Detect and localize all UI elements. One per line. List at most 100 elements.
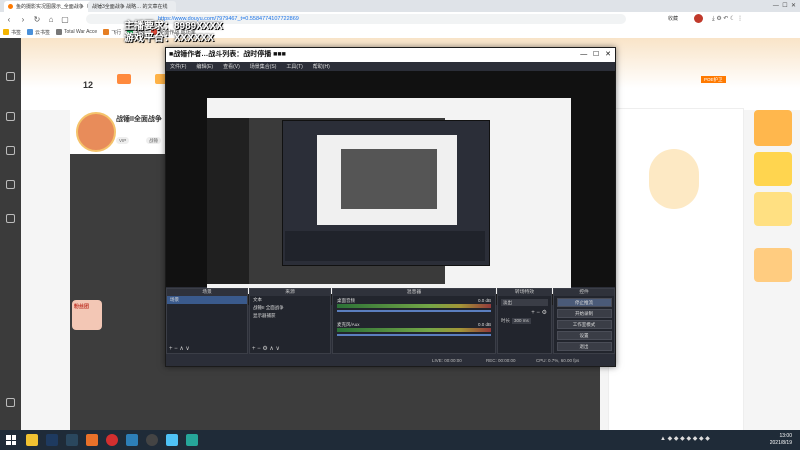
- reload-icon[interactable]: ↻: [32, 14, 42, 24]
- promo-banner[interactable]: [754, 110, 792, 146]
- app-icon[interactable]: [166, 434, 178, 446]
- menu-scene-collection[interactable]: 场景集合(S): [250, 63, 277, 70]
- duration-label: 时长: [501, 318, 510, 323]
- menu-file[interactable]: 文件(F): [170, 63, 186, 70]
- nested-obs-capture: [282, 120, 490, 266]
- file-explorer-icon[interactable]: [26, 434, 38, 446]
- app-icon[interactable]: [186, 434, 198, 446]
- transition-select[interactable]: 淡出: [501, 299, 548, 306]
- obs-window: ■战锤作者…战斗列表：战时停播 ■■■ — ☐ ✕ 文件(F) 编辑(E) 查看…: [165, 47, 616, 367]
- start-recording-button[interactable]: 开始录制: [556, 309, 612, 318]
- source-item[interactable]: 文本: [250, 296, 330, 304]
- fans-label: 粉丝团: [74, 304, 90, 310]
- source-item[interactable]: 显示器捕获: [250, 312, 330, 320]
- steam-icon[interactable]: [66, 434, 78, 446]
- volume-slider[interactable]: [337, 310, 491, 312]
- bookmark-item[interactable]: 飞行: [103, 29, 121, 36]
- sources-toolbar[interactable]: + − ⚙ ∧ ∨: [250, 346, 330, 353]
- promo-banner[interactable]: [754, 192, 792, 226]
- obs-status-bar: LIVE: 00:00:00 REC: 00:00:00 CPU: 0.7%, …: [166, 356, 615, 366]
- obs-icon[interactable]: [146, 434, 158, 446]
- app-icon[interactable]: [106, 434, 118, 446]
- obs-window-controls[interactable]: — ☐ ✕: [580, 48, 611, 62]
- system-tray-icons[interactable]: ▲ ◆ ◆ ◆ ◆ ◆ ◆ ◆: [660, 435, 710, 442]
- browser-icon[interactable]: [126, 434, 138, 446]
- browser-tab[interactable]: 战锤3全面战争 战略… 的文章在线: [88, 1, 176, 12]
- transitions-header: 转场特效: [498, 289, 551, 296]
- obs-menu-bar: 文件(F) 编辑(E) 查看(V) 场景集合(S) 工具(T) 帮助(H): [166, 62, 615, 71]
- cpu-fps: CPU: 0.7%, 60.00 fps: [536, 358, 580, 363]
- mixer-channel-desktop: 桌面音频 0.0 dB: [333, 296, 495, 314]
- favorites-button[interactable]: 收藏: [668, 15, 678, 22]
- start-icon[interactable]: [6, 435, 16, 445]
- page-icon: [103, 29, 110, 35]
- settings-button[interactable]: 设置: [556, 331, 612, 340]
- sources-dock: 来源 文本 战锤II 全面战争 显示器捕获 + − ⚙ ∧ ∨: [249, 288, 331, 354]
- gift-icon[interactable]: [117, 74, 131, 84]
- bookmark-item[interactable]: 云书签: [27, 29, 50, 36]
- address-bar: ‹ › ↻ ⌂ ▢ https://www.douyu.com/7979467_…: [0, 12, 800, 27]
- avatar[interactable]: [694, 14, 703, 23]
- menu-view[interactable]: 查看(V): [223, 63, 240, 70]
- level-number: 12: [83, 80, 94, 90]
- transition-add-remove[interactable]: + − ⚙: [498, 309, 551, 316]
- duration-field[interactable]: 300 ms: [512, 318, 531, 324]
- room-tag[interactable]: 战锤: [146, 137, 161, 144]
- search-icon[interactable]: [46, 434, 58, 446]
- bookmark-item[interactable]: 书签: [3, 29, 21, 36]
- controls-dock: 控件 停止推流 开始录制 工作室模式 设置 退出: [553, 288, 615, 354]
- source-item[interactable]: 战锤II 全面战争: [250, 304, 330, 312]
- mixer-header: 混音器: [333, 289, 495, 296]
- menu-edit[interactable]: 编辑(E): [196, 63, 213, 70]
- menu-tools[interactable]: 工具(T): [286, 63, 302, 70]
- tab-label: 战锤3全面战争 战略… 的文章在线: [92, 4, 168, 10]
- scene-item[interactable]: 场景: [167, 296, 247, 304]
- nav-settings-icon[interactable]: [3, 398, 18, 416]
- page-icon: [56, 29, 63, 35]
- nav-follow-icon[interactable]: [3, 112, 18, 130]
- cloud-icon: [27, 29, 34, 35]
- room-title: 战锤II全面战争: [116, 116, 162, 123]
- scenes-header: 场景: [167, 289, 247, 296]
- menu-help[interactable]: 帮助(H): [313, 63, 330, 70]
- browser-tab-active[interactable]: 鱼的摄影实况图展示_全面战争（: [4, 1, 94, 12]
- menu-icons[interactable]: ⤓ ⚙ ↶ ☾ ⋮: [712, 15, 743, 23]
- live-timer: LIVE: 00:00:00: [432, 358, 462, 363]
- nested-obs-preview-inner: [341, 149, 437, 209]
- nav-game-icon[interactable]: [3, 180, 18, 198]
- exit-button[interactable]: 退出: [556, 342, 612, 351]
- poe-badge[interactable]: POE护卫: [701, 76, 726, 83]
- scenes-toolbar[interactable]: + − ∧ ∨: [167, 346, 247, 353]
- promo-banner[interactable]: [754, 152, 792, 186]
- promo-banner[interactable]: [754, 248, 792, 282]
- obs-preview[interactable]: [166, 71, 615, 305]
- right-promo-column: [750, 108, 796, 288]
- app-icon[interactable]: [86, 434, 98, 446]
- tabs-icon[interactable]: ▢: [60, 14, 70, 24]
- volume-slider[interactable]: [337, 334, 491, 336]
- volume-meter: [337, 304, 491, 308]
- tab-label: 鱼的摄影实况图展示_全面战争（: [16, 4, 89, 10]
- forward-icon[interactable]: ›: [18, 14, 28, 24]
- star-icon: [3, 29, 9, 35]
- windows-taskbar: ▲ ◆ ◆ ◆ ◆ ◆ ◆ ◆ 13:00 2021/8/19: [0, 430, 800, 450]
- transitions-dock: 转场特效 淡出 + − ⚙ 时长 300 ms: [497, 288, 552, 354]
- mascot-image: [649, 149, 699, 209]
- left-nav: [0, 38, 21, 430]
- audio-mixer-dock: 混音器 桌面音频 0.0 dB 麦克风/Aux 0.0 dB: [332, 288, 496, 354]
- window-controls[interactable]: — ☐ ✕: [773, 2, 796, 9]
- studio-mode-button[interactable]: 工作室模式: [556, 320, 612, 329]
- room-tag[interactable]: VIP: [116, 137, 130, 144]
- nav-home-icon[interactable]: [3, 72, 18, 90]
- taskbar-clock[interactable]: 13:00 2021/8/19: [770, 433, 792, 447]
- mixer-channel-mic: 麦克风/Aux 0.0 dB: [333, 314, 495, 336]
- stop-streaming-button[interactable]: 停止推流: [556, 298, 612, 307]
- home-icon[interactable]: ⌂: [46, 14, 56, 24]
- rec-timer: REC: 00:00:00: [486, 358, 516, 363]
- nav-video-icon[interactable]: [3, 214, 18, 232]
- bookmark-item[interactable]: Total War Acce: [56, 29, 97, 35]
- overlay-line-2: 游戏平台：XXXXXX: [124, 33, 215, 44]
- back-icon[interactable]: ‹: [4, 14, 14, 24]
- nav-category-icon[interactable]: [3, 146, 18, 164]
- streamer-avatar[interactable]: [76, 112, 116, 152]
